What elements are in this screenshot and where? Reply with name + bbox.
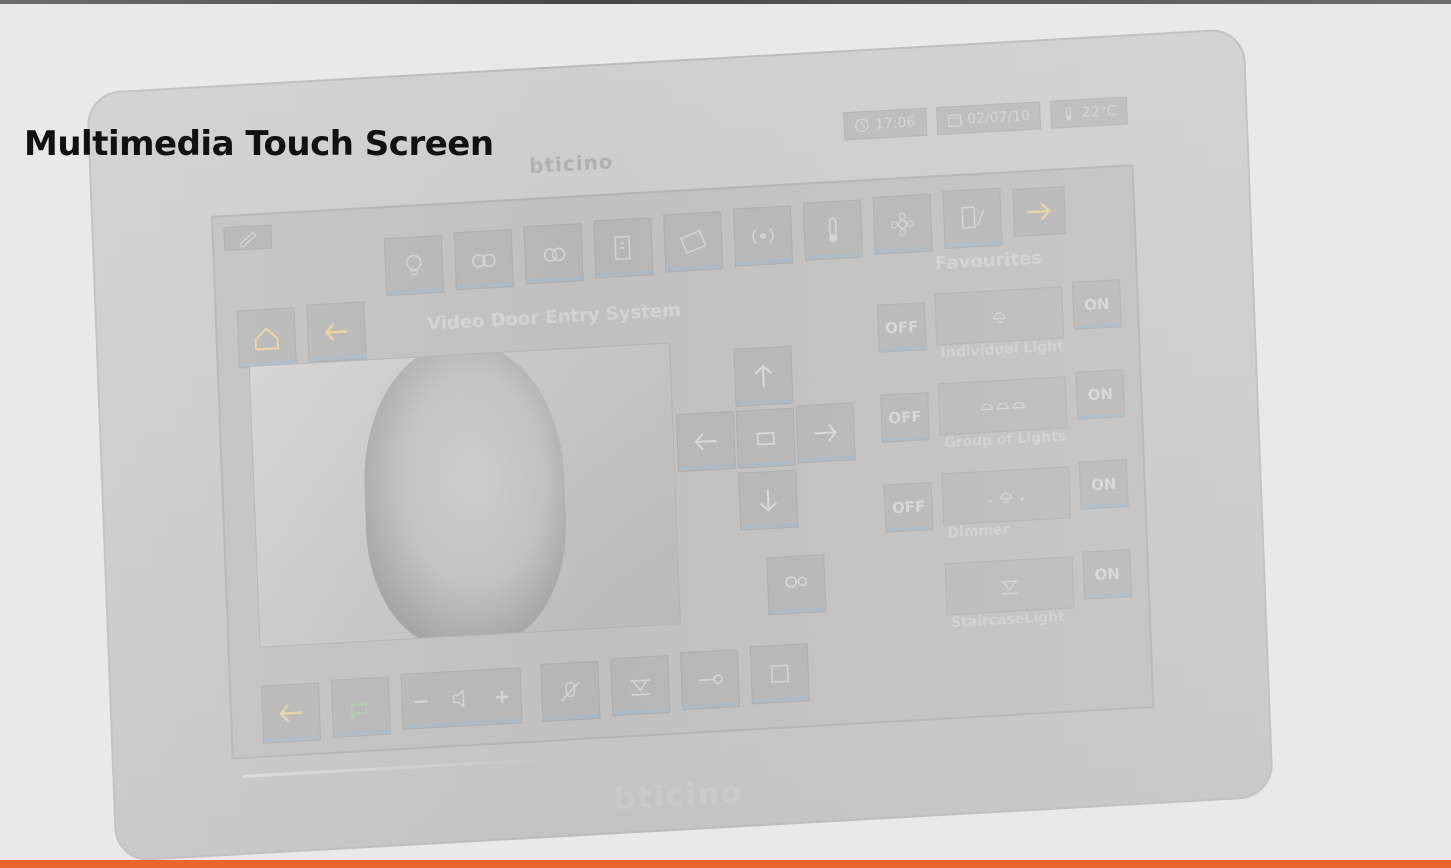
- favourite-label: Dimmer: [947, 521, 1010, 542]
- screen-title: Video Door Entry System: [426, 299, 682, 335]
- answer-call-button[interactable]: [330, 676, 391, 738]
- arrow-right-icon: [814, 423, 837, 442]
- clock-icon: [855, 118, 869, 133]
- brightness-contrast-button[interactable]: [766, 554, 827, 616]
- favourite-item: ON StaircaseLight: [887, 547, 1140, 651]
- multimedia-button[interactable]: [593, 217, 654, 279]
- mute-microphone-button[interactable]: [540, 660, 601, 723]
- mute-icon: [561, 681, 580, 702]
- light-bulb-icon: [406, 254, 422, 276]
- camera-down-button[interactable]: [738, 469, 799, 531]
- lighting-button[interactable]: [383, 234, 445, 297]
- dimmer-icon: [988, 492, 1024, 503]
- favourite-display[interactable]: [941, 466, 1072, 526]
- broadcast-icon: [752, 228, 774, 245]
- key-icon: [699, 674, 723, 685]
- on-button[interactable]: ON: [1071, 279, 1122, 330]
- calendar-icon: [947, 114, 962, 128]
- visitor-image: [359, 342, 571, 648]
- on-button[interactable]: ON: [1078, 459, 1129, 510]
- favourites-title: Favourites: [934, 247, 1043, 275]
- brand-logo: bticino: [528, 149, 614, 178]
- speech-icon: [350, 702, 368, 720]
- bezel-brand-logo: bticino: [612, 775, 745, 818]
- on-button[interactable]: ON: [1075, 369, 1126, 420]
- camera-icon: [756, 431, 775, 446]
- favourite-item: OFF ON Dimmer: [883, 457, 1136, 561]
- arrow-up-icon: [754, 364, 772, 388]
- cycle-icon: [770, 664, 789, 684]
- time-value: 17:06: [874, 114, 916, 133]
- clock-status: 17:06: [843, 107, 927, 141]
- favourite-item: OFF ON Individual Light: [876, 277, 1129, 381]
- cycle-cameras-button[interactable]: [749, 643, 810, 705]
- door-lock-button[interactable]: [679, 649, 741, 711]
- thermometer-icon: [828, 217, 838, 243]
- lamp-group-icon: [980, 401, 1025, 411]
- off-button[interactable]: OFF: [883, 482, 934, 533]
- intercom-button[interactable]: [942, 187, 1003, 249]
- lamp-icon: [993, 312, 1006, 324]
- brightness-icon: [785, 576, 808, 588]
- favourite-display[interactable]: [944, 556, 1075, 616]
- camera-right-button[interactable]: [795, 402, 856, 464]
- temperature-status: 22°C: [1050, 96, 1128, 129]
- off-button[interactable]: OFF: [880, 392, 930, 443]
- volume-control[interactable]: − +: [400, 667, 523, 730]
- home-button[interactable]: [236, 307, 297, 369]
- volume-up-button[interactable]: +: [493, 684, 511, 709]
- scenario-icon: [543, 247, 566, 262]
- energy-button[interactable]: [872, 193, 933, 255]
- video-feed: [248, 342, 681, 648]
- off-button[interactable]: OFF: [876, 302, 927, 353]
- edit-button[interactable]: [223, 224, 273, 252]
- home-icon: [254, 327, 280, 351]
- arrow-left-icon: [279, 704, 303, 723]
- next-page-button[interactable]: [1012, 186, 1067, 238]
- date-status: 02/07/10: [935, 101, 1042, 136]
- intercom-icon: [961, 206, 984, 229]
- temperature-value: 22°C: [1081, 103, 1117, 122]
- favourite-display[interactable]: [937, 376, 1068, 436]
- music-icon: [614, 235, 631, 261]
- favourite-display[interactable]: [934, 286, 1065, 346]
- pencil-icon: [240, 231, 257, 247]
- arrow-left-icon: [694, 433, 717, 451]
- arrow-down-icon: [759, 489, 777, 512]
- on-button[interactable]: ON: [1082, 549, 1133, 600]
- lights-group-icon: [472, 253, 496, 268]
- camera-up-button[interactable]: [733, 345, 794, 407]
- staircase-light-button[interactable]: [610, 654, 671, 717]
- arrow-left-icon: [324, 323, 348, 342]
- temperature-control-button[interactable]: [802, 199, 863, 261]
- camera-left-button[interactable]: [675, 410, 736, 473]
- alarm-button[interactable]: [732, 205, 794, 267]
- scenarios-button[interactable]: [523, 223, 584, 285]
- speaker-icon: [452, 689, 465, 708]
- automation-button[interactable]: [453, 229, 514, 291]
- staircase-light-icon: [630, 679, 651, 696]
- back-button[interactable]: [306, 301, 367, 363]
- thermometer-icon: [1066, 107, 1072, 121]
- messages-button[interactable]: [663, 211, 724, 273]
- date-value: 02/07/10: [966, 107, 1031, 128]
- bottom-accent-rule: [0, 860, 1451, 868]
- touch-screen-display: Video Door Entry System − + Favourites O…: [210, 164, 1155, 760]
- favourites-panel: OFF ON Individual Light OFF ON Group of …: [876, 267, 1142, 701]
- flower-icon: [891, 212, 915, 236]
- back-button-bottom[interactable]: [260, 682, 322, 744]
- page-title: Multimedia Touch Screen: [24, 124, 494, 164]
- favourite-item: OFF ON Group of Lights: [880, 367, 1133, 471]
- volume-down-button[interactable]: −: [412, 688, 430, 713]
- staircase-light-icon: [1000, 580, 1019, 595]
- messages-icon: [679, 229, 707, 255]
- camera-switch-button[interactable]: [735, 407, 796, 469]
- arrow-right-icon: [1027, 202, 1051, 221]
